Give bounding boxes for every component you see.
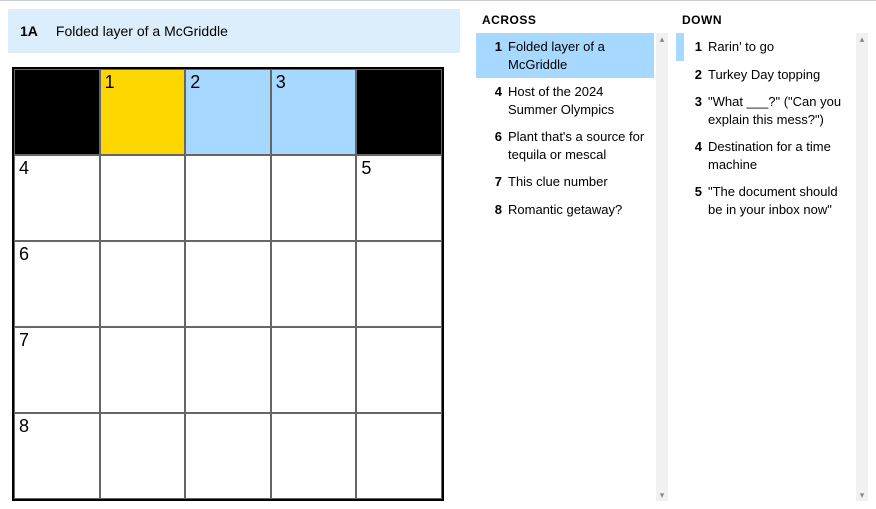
cell-number: 7: [19, 330, 29, 351]
cell[interactable]: 6: [14, 241, 100, 327]
cell[interactable]: [100, 155, 186, 241]
cell[interactable]: [271, 155, 357, 241]
clue-text: "What ___?" ("Can you explain this mess?…: [708, 93, 848, 128]
down-column: DOWN 1Rarin' to go2Turkey Day topping3"W…: [676, 9, 868, 501]
current-clue-number: 1A: [20, 23, 38, 39]
clue-number: 1: [484, 38, 508, 73]
clue-number: 2: [684, 66, 708, 84]
cell-black: [356, 69, 442, 155]
clue-item[interactable]: 8Romantic getaway?: [476, 196, 654, 224]
cell-number: 8: [19, 416, 29, 437]
cell[interactable]: [356, 413, 442, 499]
down-heading: DOWN: [682, 13, 868, 27]
app: 1A Folded layer of a McGriddle 12345678 …: [0, 0, 876, 509]
scroll-down-icon[interactable]: ▾: [660, 489, 665, 501]
clue-item[interactable]: 1Rarin' to go: [676, 33, 854, 61]
clue-number: 3: [684, 93, 708, 128]
puzzle-panel: 1A Folded layer of a McGriddle 12345678: [0, 1, 468, 509]
clue-item[interactable]: 5"The document should be in your inbox n…: [676, 178, 854, 223]
cell-number: 5: [361, 158, 371, 179]
across-scrollbar[interactable]: ▴ ▾: [656, 33, 668, 501]
cell[interactable]: [100, 413, 186, 499]
cell[interactable]: [356, 241, 442, 327]
clue-number: 4: [484, 83, 508, 118]
scroll-down-icon[interactable]: ▾: [860, 489, 865, 501]
cell[interactable]: [185, 155, 271, 241]
cell[interactable]: 2: [185, 69, 271, 155]
clue-number: 7: [484, 173, 508, 191]
clue-text: Folded layer of a McGriddle: [508, 38, 648, 73]
clue-text: "The document should be in your inbox no…: [708, 183, 848, 218]
cell-number: 6: [19, 244, 29, 265]
crossword-grid: 12345678: [12, 67, 444, 501]
clue-lists: ACROSS 1Folded layer of a McGriddle4Host…: [468, 1, 876, 509]
cell-number: 4: [19, 158, 29, 179]
scroll-up-icon[interactable]: ▴: [660, 33, 665, 45]
clue-item[interactable]: 4Destination for a time machine: [676, 133, 854, 178]
cell-black: [14, 69, 100, 155]
clue-item[interactable]: 4Host of the 2024 Summer Olympics: [476, 78, 654, 123]
grid-row: 45: [14, 155, 442, 241]
cell[interactable]: [100, 327, 186, 413]
scroll-up-icon[interactable]: ▴: [860, 33, 865, 45]
clue-item[interactable]: 3"What ___?" ("Can you explain this mess…: [676, 88, 854, 133]
across-column: ACROSS 1Folded layer of a McGriddle4Host…: [476, 9, 668, 501]
clue-text: Rarin' to go: [708, 38, 848, 56]
clue-item[interactable]: 2Turkey Day topping: [676, 61, 854, 89]
cell[interactable]: [356, 327, 442, 413]
clue-item[interactable]: 1Folded layer of a McGriddle: [476, 33, 654, 78]
clue-number: 1: [684, 38, 708, 56]
cell[interactable]: [185, 413, 271, 499]
clue-item[interactable]: 6Plant that's a source for tequila or me…: [476, 123, 654, 168]
cell-number: 1: [105, 72, 115, 93]
grid-row: 1 2 3: [14, 69, 442, 155]
cell[interactable]: [185, 241, 271, 327]
cell[interactable]: [271, 327, 357, 413]
across-scroll: 1Folded layer of a McGriddle4Host of the…: [476, 33, 668, 501]
grid-row: 7: [14, 327, 442, 413]
cell[interactable]: [100, 241, 186, 327]
down-scrollbar[interactable]: ▴ ▾: [856, 33, 868, 501]
clue-number: 4: [684, 138, 708, 173]
cell[interactable]: 1: [100, 69, 186, 155]
current-clue-text: Folded layer of a McGriddle: [56, 23, 228, 39]
clue-number: 6: [484, 128, 508, 163]
clue-number: 5: [684, 183, 708, 218]
clue-text: Plant that's a source for tequila or mes…: [508, 128, 648, 163]
cell[interactable]: [271, 241, 357, 327]
cell[interactable]: 8: [14, 413, 100, 499]
grid-row: 6: [14, 241, 442, 327]
grid-row: 8: [14, 413, 442, 499]
cell[interactable]: [271, 413, 357, 499]
clue-number: 8: [484, 201, 508, 219]
clue-text: Romantic getaway?: [508, 201, 648, 219]
down-scroll: 1Rarin' to go2Turkey Day topping3"What _…: [676, 33, 868, 501]
clue-text: This clue number: [508, 173, 648, 191]
cell[interactable]: 4: [14, 155, 100, 241]
cell-number: 3: [276, 72, 286, 93]
cell-number: 2: [190, 72, 200, 93]
across-list: 1Folded layer of a McGriddle4Host of the…: [476, 33, 654, 223]
clue-item[interactable]: 7This clue number: [476, 168, 654, 196]
cell[interactable]: 5: [356, 155, 442, 241]
across-heading: ACROSS: [482, 13, 668, 27]
current-clue-bar[interactable]: 1A Folded layer of a McGriddle: [8, 9, 460, 53]
clue-text: Turkey Day topping: [708, 66, 848, 84]
cell[interactable]: [185, 327, 271, 413]
cell[interactable]: 7: [14, 327, 100, 413]
cell[interactable]: 3: [271, 69, 357, 155]
down-list: 1Rarin' to go2Turkey Day topping3"What _…: [676, 33, 854, 223]
clue-text: Host of the 2024 Summer Olympics: [508, 83, 648, 118]
clue-text: Destination for a time machine: [708, 138, 848, 173]
